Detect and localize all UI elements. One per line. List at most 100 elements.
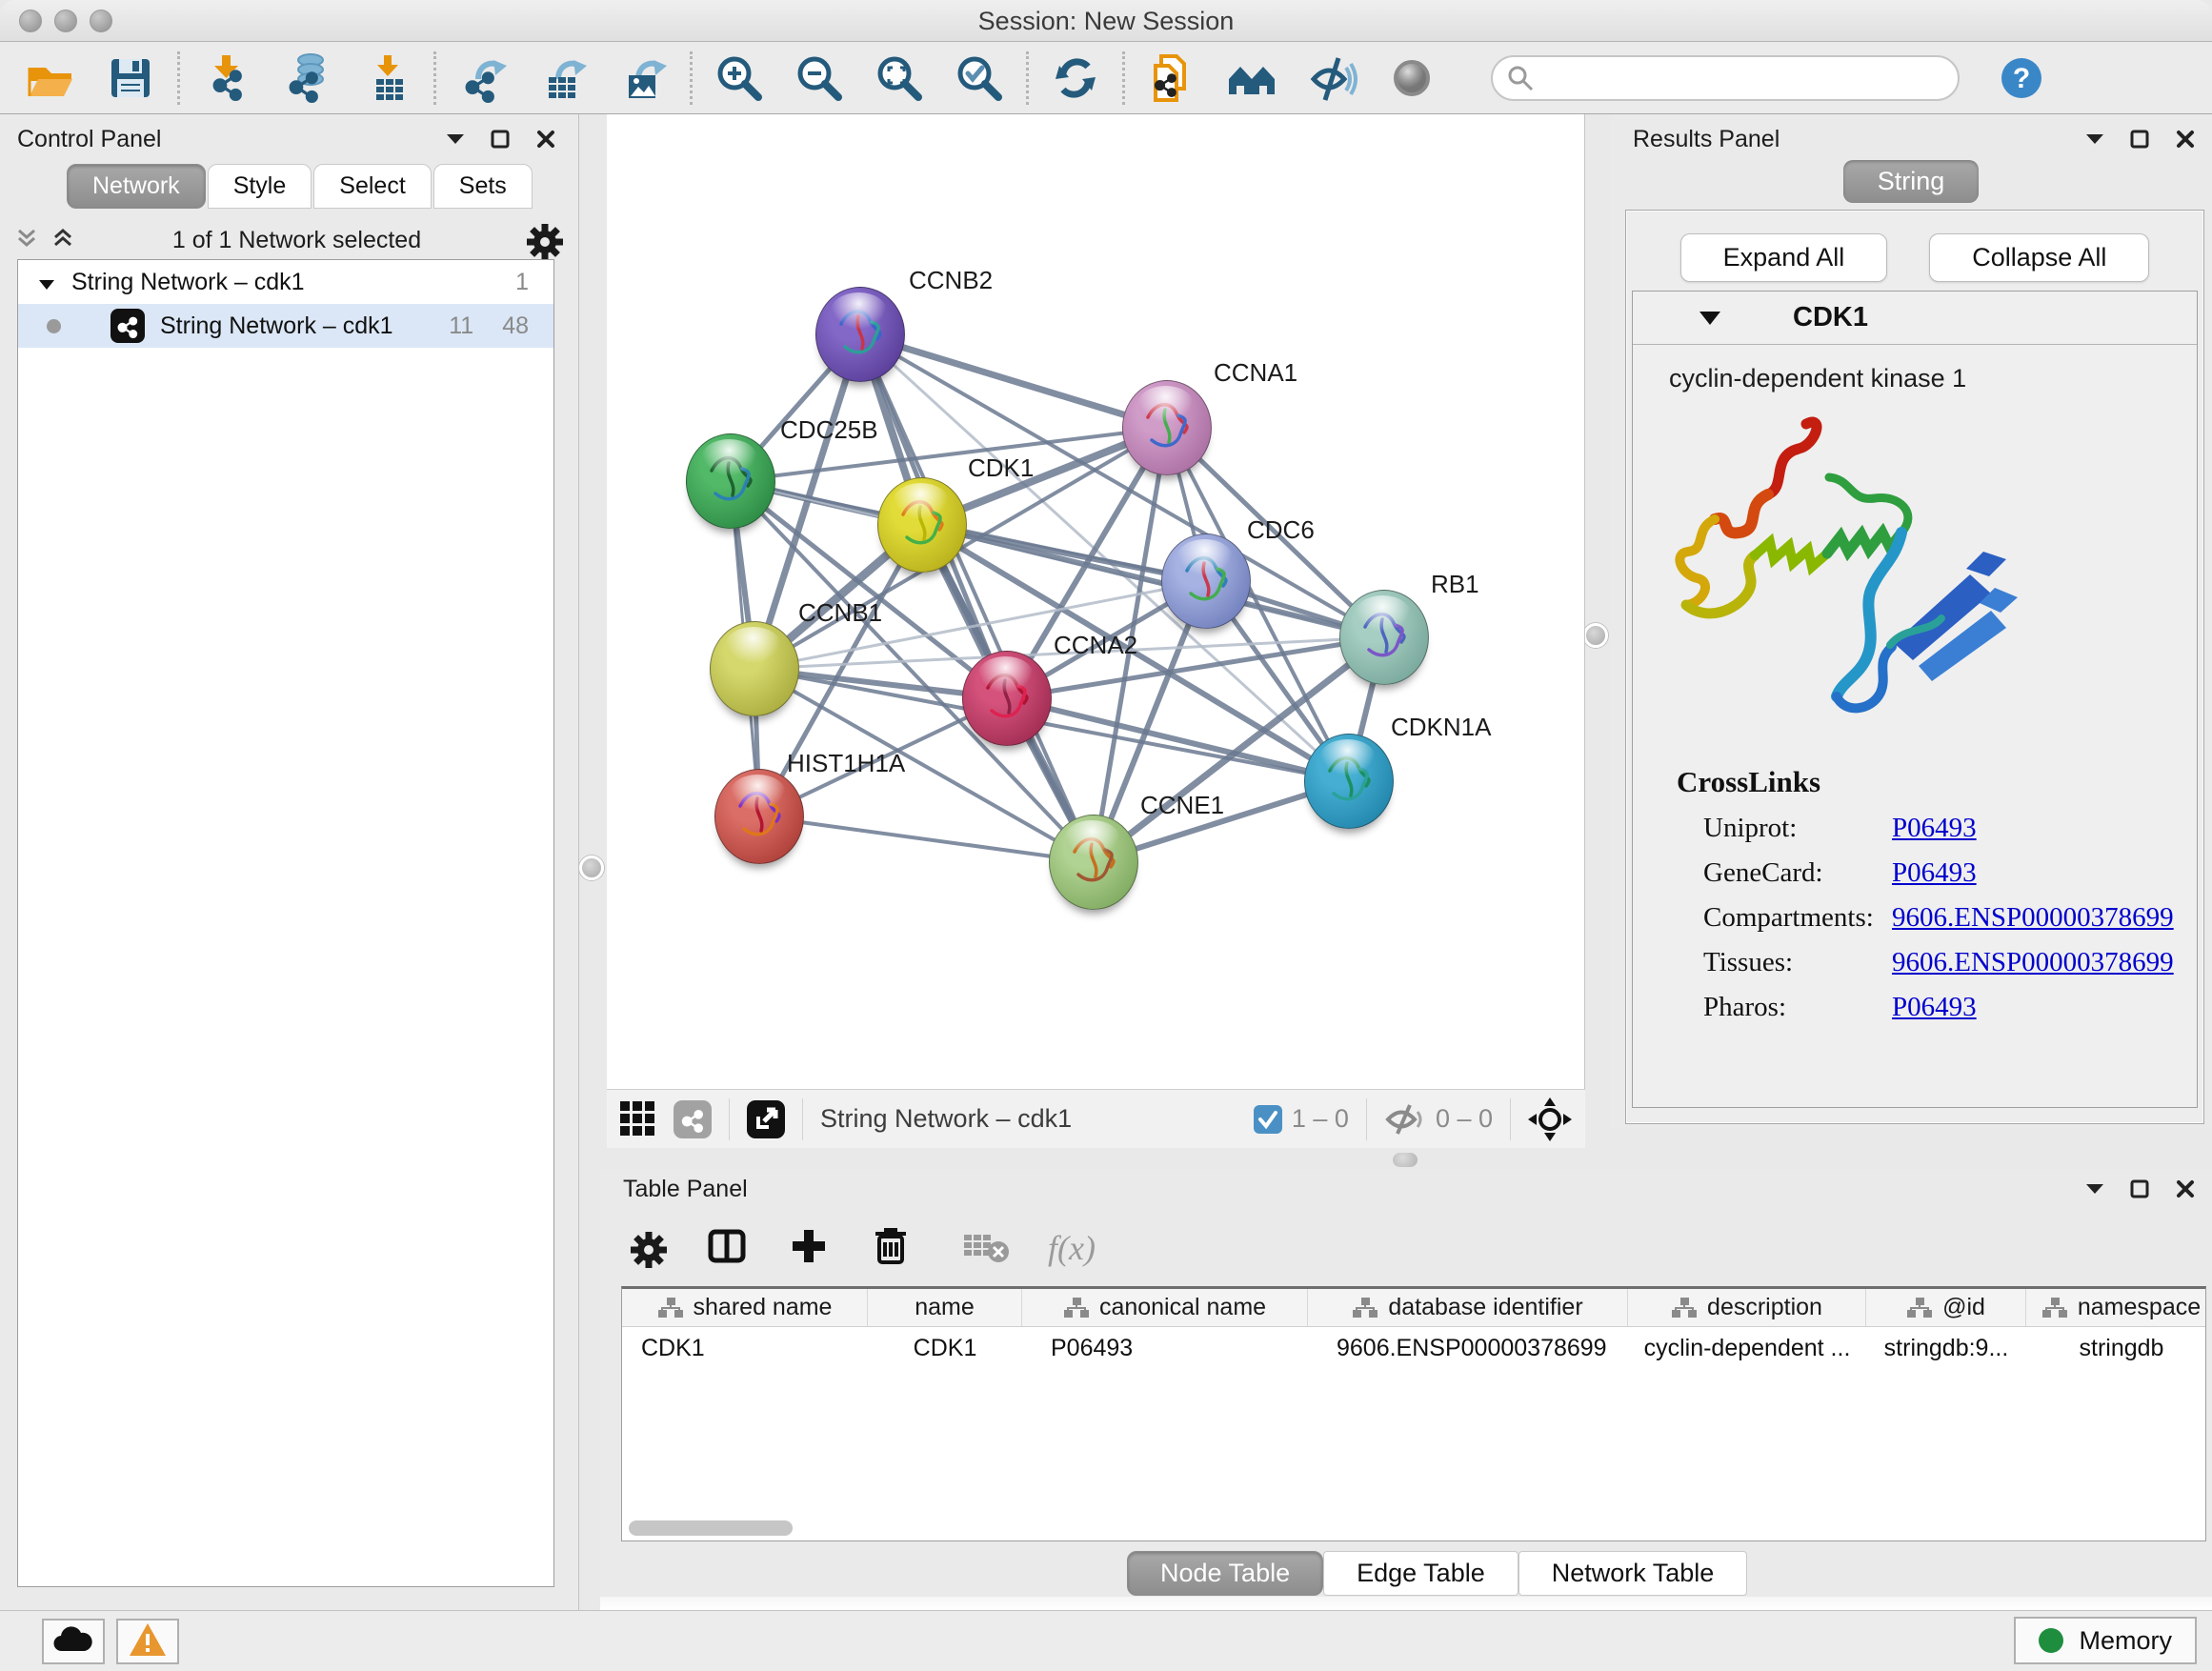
string-badge-gray-icon[interactable] xyxy=(674,1100,712,1138)
network-options-gear-icon[interactable] xyxy=(519,216,563,265)
table-cell[interactable]: CDK1 xyxy=(868,1327,1022,1369)
crosslink-link[interactable]: P06493 xyxy=(1892,813,1977,844)
panel-menu-icon[interactable] xyxy=(2086,1183,2103,1195)
import-network-icon[interactable] xyxy=(201,52,252,104)
zoom-selected-icon[interactable] xyxy=(954,52,1005,104)
network-edges[interactable] xyxy=(607,114,1585,1089)
panel-close-icon[interactable] xyxy=(2176,130,2195,149)
panel-close-icon[interactable] xyxy=(2176,1179,2195,1198)
zoom-out-icon[interactable] xyxy=(794,52,845,104)
column-header-shared-name[interactable]: shared name xyxy=(622,1289,868,1326)
export-table-icon[interactable] xyxy=(537,52,589,104)
network-node-HIST1H1A[interactable] xyxy=(714,769,804,864)
import-table-icon[interactable] xyxy=(361,52,412,104)
crosslink-link[interactable]: 9606.ENSP00000378699 xyxy=(1892,902,2174,934)
table-row[interactable]: CDK1CDK1P064939606.ENSP00000378699cyclin… xyxy=(622,1327,2205,1369)
network-node-CDC25B[interactable] xyxy=(686,433,775,529)
tab-style[interactable]: Style xyxy=(208,164,312,209)
network-collection-row[interactable]: String Network – cdk1 1 xyxy=(18,260,553,304)
network-node-CDC6[interactable] xyxy=(1161,534,1251,629)
network-node-CCNA1[interactable] xyxy=(1122,380,1212,475)
gene-section-header[interactable]: CDK1 xyxy=(1633,292,2197,345)
crosslink-link[interactable]: 9606.ENSP00000378699 xyxy=(1892,947,2174,978)
right-splitter[interactable] xyxy=(1585,114,1610,1129)
table-cell[interactable]: cyclin-dependent ... xyxy=(1628,1327,1866,1369)
column-header-name[interactable]: name xyxy=(868,1289,1022,1326)
tab-string[interactable]: String xyxy=(1843,160,1980,203)
protein-structure-image xyxy=(1656,407,2065,740)
panel-float-icon[interactable] xyxy=(2130,130,2149,149)
tab-edge-table[interactable]: Edge Table xyxy=(1323,1551,1518,1596)
export-network-icon[interactable] xyxy=(457,52,509,104)
hidden-eye-icon[interactable] xyxy=(1384,1103,1426,1136)
help-icon[interactable]: ? xyxy=(1996,52,2047,104)
tab-network-table[interactable]: Network Table xyxy=(1518,1551,1748,1596)
gene-disclosure-icon[interactable] xyxy=(1699,312,1720,325)
orb-icon[interactable] xyxy=(1386,52,1438,104)
panel-float-icon[interactable] xyxy=(2130,1179,2149,1198)
column-header-description[interactable]: description xyxy=(1628,1289,1866,1326)
crossed-eye-icon[interactable] xyxy=(1306,52,1357,104)
panel-menu-icon[interactable] xyxy=(447,133,464,145)
table-cell[interactable]: P06493 xyxy=(1022,1327,1308,1369)
network-node-CCNB2[interactable] xyxy=(815,287,905,382)
network-canvas[interactable]: CCNB2 CCNA1 CDC25B CDK1 CDC6 RB1CCNB1 CC… xyxy=(607,114,1585,1089)
show-columns-icon[interactable] xyxy=(705,1224,749,1273)
collapse-all-icon[interactable] xyxy=(15,227,38,254)
save-icon[interactable] xyxy=(105,52,156,104)
search-input[interactable] xyxy=(1491,55,1960,101)
collapse-all-button[interactable]: Collapse All xyxy=(1929,233,2149,282)
table-horizontal-scrollbar[interactable] xyxy=(629,1520,793,1536)
tab-node-table[interactable]: Node Table xyxy=(1127,1551,1323,1596)
import-database-icon[interactable] xyxy=(281,52,332,104)
column-header-canonical-name[interactable]: canonical name xyxy=(1022,1289,1308,1326)
collection-disclosure-icon[interactable] xyxy=(39,269,54,296)
create-column-icon[interactable] xyxy=(787,1224,831,1273)
column-header-namespace[interactable]: namespace xyxy=(2026,1289,2206,1326)
warning-status-button[interactable] xyxy=(116,1619,179,1664)
memory-button[interactable]: Memory xyxy=(2014,1617,2197,1664)
panel-float-icon[interactable] xyxy=(491,130,510,149)
panel-close-icon[interactable] xyxy=(536,130,555,149)
table-cell[interactable]: 9606.ENSP00000378699 xyxy=(1308,1327,1628,1369)
network-node-RB1[interactable] xyxy=(1339,590,1429,685)
column-header-database-identifier[interactable]: database identifier xyxy=(1308,1289,1628,1326)
birds-eye-view-icon[interactable] xyxy=(620,1101,656,1137)
main-toolbar: ? xyxy=(0,43,2212,114)
panel-menu-icon[interactable] xyxy=(2086,133,2103,145)
network-node-CDK1[interactable] xyxy=(877,477,967,573)
fit-content-crosshair-icon[interactable] xyxy=(1528,1097,1572,1141)
homes-icon[interactable] xyxy=(1226,52,1277,104)
left-splitter-handle[interactable] xyxy=(579,856,604,880)
zoom-in-icon[interactable] xyxy=(714,52,765,104)
open-folder-icon[interactable] xyxy=(25,52,76,104)
shared-column-icon xyxy=(1063,1297,1090,1319)
cloud-status-button[interactable] xyxy=(42,1619,105,1664)
table-cell[interactable]: CDK1 xyxy=(622,1327,868,1369)
tab-sets[interactable]: Sets xyxy=(433,164,533,209)
export-image-icon[interactable] xyxy=(617,52,669,104)
open-in-window-icon[interactable] xyxy=(747,1100,785,1138)
horizontal-splitter-handle[interactable] xyxy=(1393,1153,1418,1167)
delete-column-icon[interactable] xyxy=(869,1224,913,1273)
table-cell[interactable]: stringdb:9... xyxy=(1866,1327,2026,1369)
network-node-CCNE1[interactable] xyxy=(1049,815,1138,910)
network-node-CCNA2[interactable] xyxy=(962,651,1052,746)
column-header-@id[interactable]: @id xyxy=(1866,1289,2026,1326)
table-options-gear-icon[interactable] xyxy=(623,1224,667,1273)
document-network-icon[interactable] xyxy=(1146,52,1197,104)
zoom-fit-icon[interactable] xyxy=(874,52,925,104)
tab-network[interactable]: Network xyxy=(67,164,206,209)
crosslink-link[interactable]: P06493 xyxy=(1892,992,1977,1023)
network-node-CDKN1A[interactable] xyxy=(1304,734,1394,829)
right-splitter-handle[interactable] xyxy=(1583,623,1608,648)
expand-all-button[interactable]: Expand All xyxy=(1680,233,1888,282)
refresh-icon[interactable] xyxy=(1050,52,1101,104)
expand-all-icon[interactable] xyxy=(51,227,74,254)
network-node-CCNB1[interactable] xyxy=(710,621,799,716)
network-row[interactable]: String Network – cdk1 11 48 xyxy=(18,304,553,348)
crosslink-link[interactable]: P06493 xyxy=(1892,857,1977,889)
tab-select[interactable]: Select xyxy=(313,164,431,209)
table-cell[interactable]: stringdb xyxy=(2026,1327,2206,1369)
selected-checkbox-icon[interactable] xyxy=(1254,1105,1282,1134)
